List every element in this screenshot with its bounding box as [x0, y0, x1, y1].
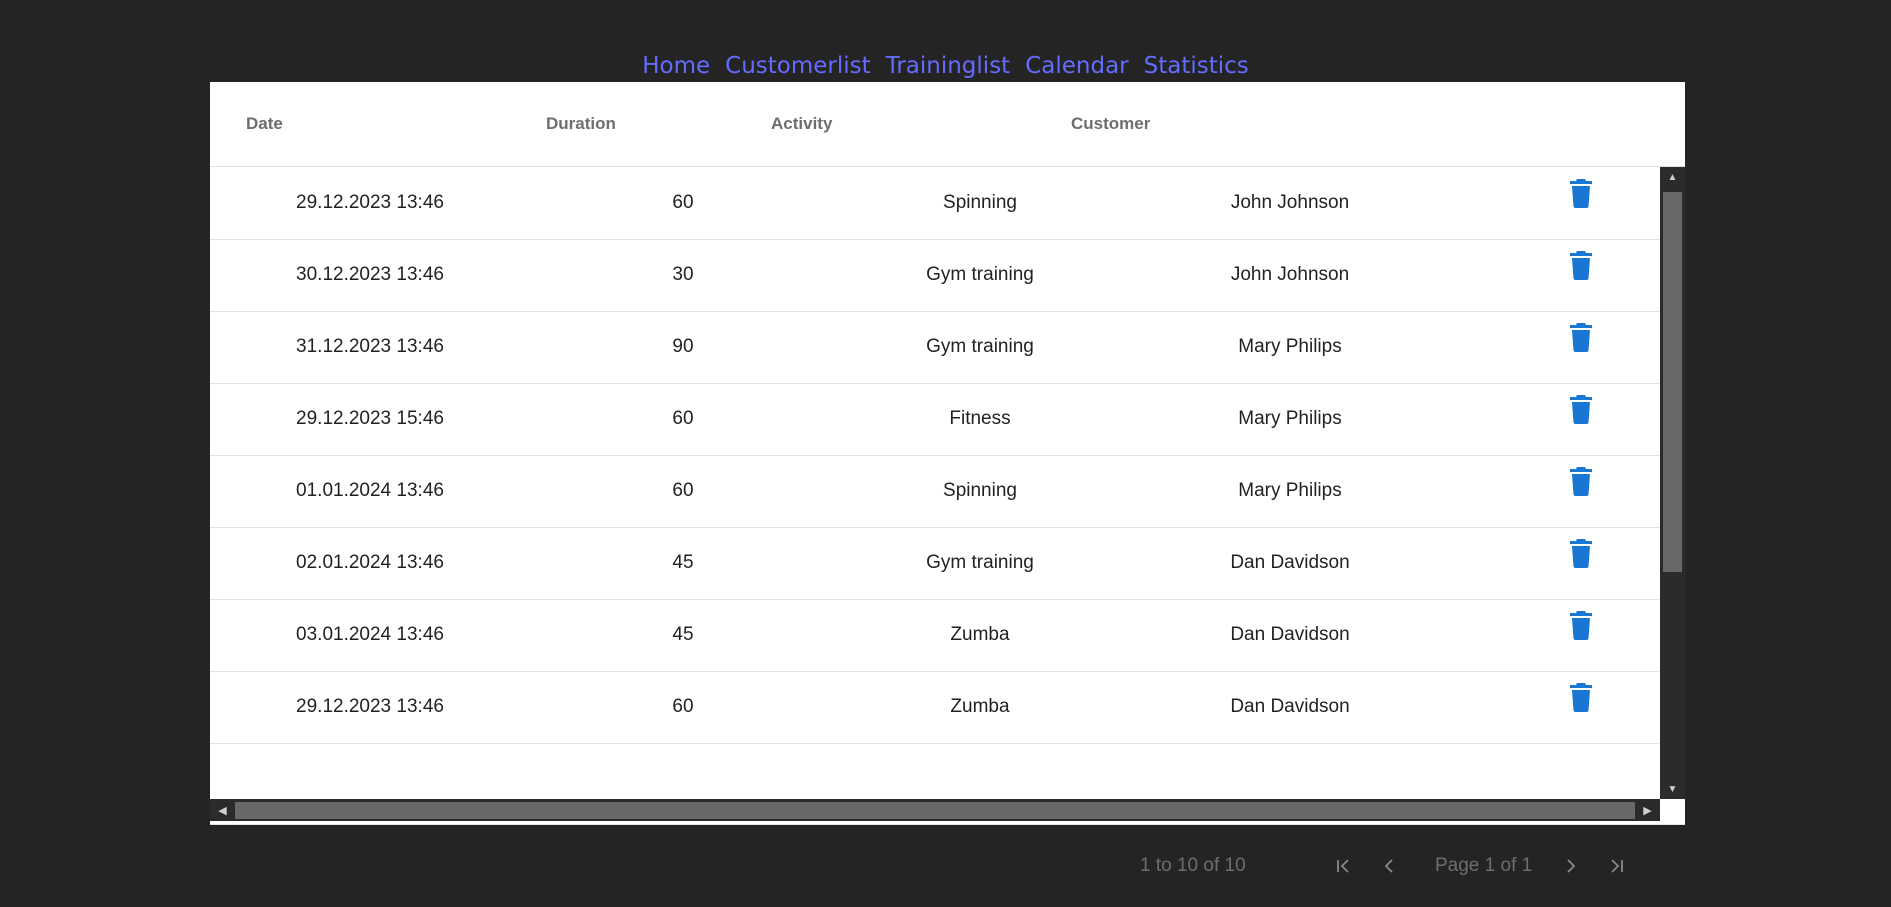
cell-activity: Gym training: [926, 336, 1034, 357]
nav-link-customerlist[interactable]: Customerlist: [725, 48, 871, 84]
cell-customer: John Johnson: [1230, 264, 1350, 285]
cell-duration: 60: [672, 192, 694, 213]
delete-button[interactable]: [1510, 455, 1652, 527]
cell-customer: Dan Davidson: [1230, 552, 1350, 573]
cell-duration: 60: [672, 408, 694, 429]
nav-link-home[interactable]: Home: [642, 48, 710, 84]
cell-customer: Dan Davidson: [1230, 624, 1350, 645]
trash-icon: [1570, 599, 1592, 671]
cell-date: 31.12.2023 13:46: [296, 336, 444, 357]
last-page-icon[interactable]: [1607, 825, 1625, 907]
column-header-date[interactable]: Date: [246, 82, 283, 166]
first-page-icon[interactable]: [1335, 825, 1353, 907]
column-header-duration[interactable]: Duration: [546, 82, 616, 166]
scroll-down-arrow-icon[interactable]: ▼: [1660, 779, 1685, 799]
trash-icon: [1570, 311, 1592, 383]
cell-customer: Mary Philips: [1238, 480, 1342, 501]
table-row: 30.12.2023 13:46 30 Gym training John Jo…: [210, 239, 1660, 312]
cell-date: 29.12.2023 13:46: [296, 192, 444, 213]
training-grid: Date Duration Activity Customer 29.12.20…: [210, 82, 1685, 876]
trash-icon: [1570, 239, 1592, 311]
table-row: 29.12.2023 13:46 60 Zumba Dan Davidson: [210, 671, 1660, 744]
grid-header: Date Duration Activity Customer: [210, 82, 1685, 167]
cell-activity: Fitness: [949, 408, 1011, 429]
delete-button[interactable]: [1510, 311, 1652, 383]
cell-customer: Mary Philips: [1238, 408, 1342, 429]
delete-button[interactable]: [1510, 671, 1652, 743]
cell-date: 01.01.2024 13:46: [296, 480, 444, 501]
row-summary: 1 to 10 of 10: [1140, 855, 1246, 876]
grid-body: 29.12.2023 13:46 60 Spinning John Johnso…: [210, 167, 1660, 799]
delete-button[interactable]: [1510, 167, 1652, 239]
trash-icon: [1570, 383, 1592, 455]
nav-link-statistics[interactable]: Statistics: [1144, 48, 1249, 84]
table-row: 31.12.2023 13:46 90 Gym training Mary Ph…: [210, 311, 1660, 384]
table-row: 03.01.2024 13:46 45 Zumba Dan Davidson: [210, 599, 1660, 672]
cell-activity: Zumba: [950, 696, 1010, 717]
horizontal-scrollbar-thumb[interactable]: [235, 802, 1635, 819]
column-header-activity[interactable]: Activity: [771, 82, 832, 166]
cell-duration: 60: [672, 696, 694, 717]
table-row: 29.12.2023 13:46 60 Spinning John Johnso…: [210, 167, 1660, 240]
cell-activity: Zumba: [950, 624, 1010, 645]
scroll-right-arrow-icon[interactable]: ▶: [1635, 799, 1660, 821]
cell-activity: Spinning: [943, 480, 1017, 501]
trash-icon: [1570, 455, 1592, 527]
trash-icon: [1570, 527, 1592, 599]
horizontal-scrollbar[interactable]: ◀ ▶: [210, 799, 1660, 821]
cell-activity: Gym training: [926, 264, 1034, 285]
table-row: 29.12.2023 15:46 60 Fitness Mary Philips: [210, 383, 1660, 456]
cell-duration: 30: [672, 264, 694, 285]
cell-duration: 60: [672, 480, 694, 501]
vertical-scrollbar[interactable]: ▲ ▼: [1660, 167, 1685, 799]
scroll-left-arrow-icon[interactable]: ◀: [210, 799, 235, 821]
scroll-up-arrow-icon[interactable]: ▲: [1660, 167, 1685, 187]
previous-page-icon[interactable]: [1380, 825, 1398, 907]
vertical-scrollbar-thumb[interactable]: [1663, 192, 1682, 572]
cell-activity: Spinning: [943, 192, 1017, 213]
table-row: 01.01.2024 13:46 60 Spinning Mary Philip…: [210, 455, 1660, 528]
cell-date: 02.01.2024 13:46: [296, 552, 444, 573]
cell-duration: 45: [672, 552, 694, 573]
delete-button[interactable]: [1510, 239, 1652, 311]
top-navigation: Home Customerlist Traininglist Calendar …: [0, 48, 1891, 84]
cell-duration: 90: [672, 336, 694, 357]
pagination-panel: 1 to 10 of 10 Page 1 of 1: [210, 824, 1685, 907]
trash-icon: [1570, 167, 1592, 239]
nav-link-calendar[interactable]: Calendar: [1025, 48, 1128, 84]
page-indicator: Page 1 of 1: [1435, 855, 1533, 876]
delete-button[interactable]: [1510, 527, 1652, 599]
table-row: 02.01.2024 13:46 45 Gym training Dan Dav…: [210, 527, 1660, 600]
cell-customer: John Johnson: [1230, 192, 1350, 213]
cell-date: 30.12.2023 13:46: [296, 264, 444, 285]
cell-date: 29.12.2023 15:46: [296, 408, 444, 429]
cell-activity: Gym training: [926, 552, 1034, 573]
nav-link-traininglist[interactable]: Traininglist: [886, 48, 1011, 84]
column-header-customer[interactable]: Customer: [1071, 82, 1150, 166]
cell-customer: Mary Philips: [1238, 336, 1342, 357]
cell-date: 03.01.2024 13:46: [296, 624, 444, 645]
cell-duration: 45: [672, 624, 694, 645]
next-page-icon[interactable]: [1562, 825, 1580, 907]
cell-customer: Dan Davidson: [1230, 696, 1350, 717]
delete-button[interactable]: [1510, 383, 1652, 455]
cell-date: 29.12.2023 13:46: [296, 696, 444, 717]
trash-icon: [1570, 671, 1592, 743]
delete-button[interactable]: [1510, 599, 1652, 671]
